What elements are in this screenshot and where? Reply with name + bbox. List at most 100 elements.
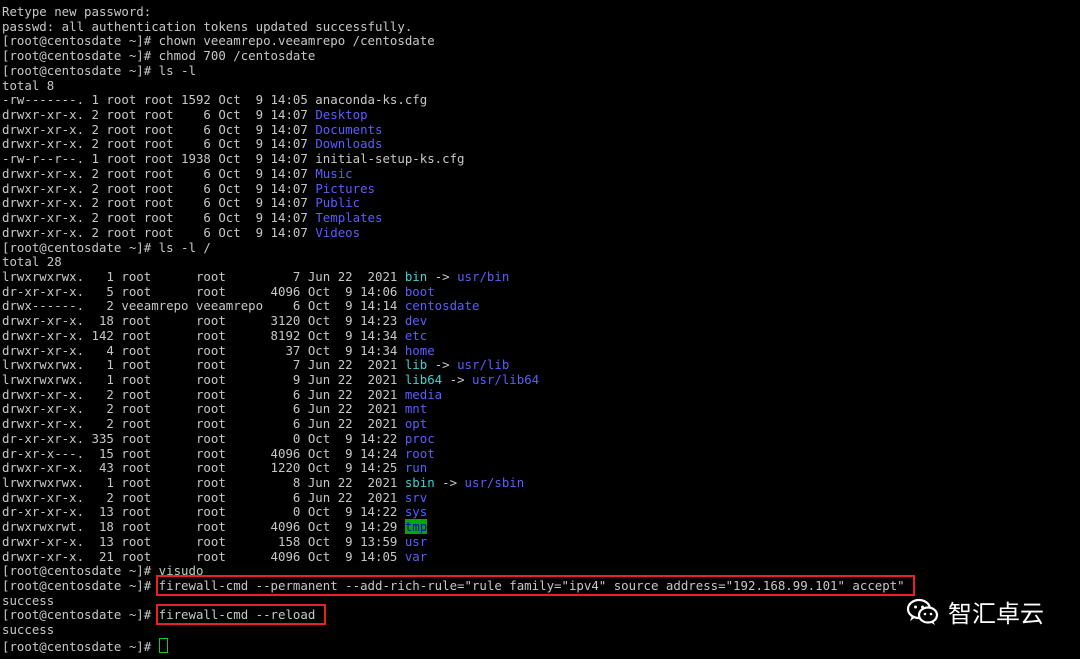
terminal-line: drwxr-xr-x. 2 root root 6 Oct 9 14:07 Mu… xyxy=(2,165,1080,182)
terminal-text: lrwxrwxrwx. 1 root root 7 Jun 22 2021 xyxy=(2,357,405,373)
directory-entry: root xyxy=(404,445,435,461)
terminal-line: drwxr-xr-x. 2 root root 6 Oct 9 14:07 Pu… xyxy=(2,195,1080,211)
terminal-line: total 28 xyxy=(2,254,1080,270)
terminal-text: drwxr-xr-x. 2 root root 6 Jun 22 2021 xyxy=(2,401,405,417)
directory-entry: Templates xyxy=(315,210,383,226)
terminal-line: lrwxrwxrwx. 1 root root 7 Jun 22 2021 bi… xyxy=(2,268,1080,285)
terminal-text: drwxr-xr-x. 2 root root 6 Oct 9 14:07 xyxy=(2,195,316,211)
terminal-text: -> xyxy=(434,475,465,490)
directory-entry: var xyxy=(404,548,428,564)
terminal-text: -> xyxy=(442,371,472,387)
directory-entry: usr xyxy=(404,533,428,549)
terminal-line: dr-xr-xr-x. 335 root root 0 Oct 9 14:22 … xyxy=(2,430,1080,447)
directory-entry: Pictures xyxy=(315,180,375,196)
terminal-text: dr-xr-xr-x. 13 root root 0 Oct 9 14:22 xyxy=(2,504,405,520)
directory-entry: Music xyxy=(315,165,353,181)
terminal-text: [root@centosdate ~]# chmod 700 /centosda… xyxy=(2,48,316,64)
watermark-text: 智汇卓云 xyxy=(948,600,1044,628)
terminal-text: drwxr-xr-x. 2 root root 6 Jun 22 2021 xyxy=(2,416,405,432)
terminal-line: [root@centosdate ~]# chmod 700 /centosda… xyxy=(2,48,1080,64)
terminal-text: -rw-r--r--. 1 root root 1938 Oct 9 14:07… xyxy=(2,151,465,167)
terminal-text: -> xyxy=(427,268,458,284)
terminal-line: Retype new password: xyxy=(2,4,1080,20)
terminal-text: drwxr-xr-x. 21 root root 4096 Oct 9 14:0… xyxy=(2,548,405,564)
terminal-line: drwxr-xr-x. 2 root root 6 Oct 9 14:07 De… xyxy=(2,107,1080,123)
terminal-line: dr-xr-xr-x. 13 root root 0 Oct 9 14:22 s… xyxy=(2,505,1080,520)
directory-entry: boot xyxy=(404,283,435,299)
terminal-line: drwxr-xr-x. 2 root root 6 Oct 9 14:07 Te… xyxy=(2,210,1080,226)
terminal-text: dr-xr-x---. 15 root root 4096 Oct 9 14:2… xyxy=(2,445,405,461)
symlink-entry: sbin xyxy=(404,475,435,490)
terminal-line: lrwxrwxrwx. 1 root root 9 Jun 22 2021 li… xyxy=(2,371,1080,388)
terminal-text: [root@centosdate ~]# ls -l / xyxy=(2,239,211,255)
terminal-line: drwxr-xr-x. 21 root root 4096 Oct 9 14:0… xyxy=(2,548,1080,565)
symlink-entry: bin xyxy=(404,268,428,284)
terminal-text: drwxr-xr-x. 4 root root 37 Oct 9 14:34 xyxy=(2,342,405,358)
directory-entry: centosdate xyxy=(404,298,480,314)
terminal-text: drwxr-xr-x. 2 root root 6 Oct 9 14:07 xyxy=(2,224,316,240)
terminal-line: lrwxrwxrwx. 1 root root 8 Jun 22 2021 sb… xyxy=(2,475,1080,491)
terminal-text: drwxr-xr-x. 2 root root 6 Oct 9 14:07 xyxy=(2,107,316,123)
terminal-window[interactable]: Retype new password: passwd: all authenti… xyxy=(0,0,1080,659)
terminal-line: drwxr-xr-x. 2 root root 6 Oct 9 14:07 Do… xyxy=(2,122,1080,138)
terminal-line: passwd: all authentication tokens update… xyxy=(2,19,1080,35)
directory-entry: srv xyxy=(404,489,428,505)
terminal-text: drwx------. 2 veeamrepo veeamrepo 6 Oct … xyxy=(2,298,405,314)
symlink-entry: lib64 xyxy=(404,371,443,387)
terminal-line: drwxrwxrwt. 18 root root 4096 Oct 9 14:2… xyxy=(2,519,1080,535)
directory-entry: media xyxy=(404,386,443,402)
terminal-text: drwxr-xr-x. 2 root root 6 Oct 9 14:07 xyxy=(2,180,316,196)
terminal-text: [root@centosdate ~]# xyxy=(2,578,159,594)
terminal-line: [root@centosdate ~]# ls -l / xyxy=(2,239,1080,256)
directory-entry: opt xyxy=(404,416,428,432)
terminal-text: [root@centosdate ~]# xyxy=(2,607,159,623)
terminal-line: drwx------. 2 veeamrepo veeamrepo 6 Oct … xyxy=(2,299,1080,314)
terminal-text: [root@centosdate ~]# xyxy=(2,638,159,654)
terminal-text: drwxr-xr-x. 2 root root 6 Oct 9 14:07 xyxy=(2,210,316,226)
terminal-line: drwxr-xr-x. 2 root root 6 Jun 22 2021 me… xyxy=(2,386,1080,403)
terminal-text: -rw-------. 1 root root 1592 Oct 9 14:05… xyxy=(2,92,428,108)
terminal-line: drwxr-xr-x. 2 root root 6 Jun 22 2021 op… xyxy=(2,416,1080,432)
terminal-text: drwxr-xr-x. 2 root root 6 Jun 22 2021 xyxy=(2,489,405,505)
terminal-line: dr-xr-x---. 15 root root 4096 Oct 9 14:2… xyxy=(2,445,1080,462)
directory-entry: usr/bin xyxy=(457,268,510,284)
terminal-line: drwxr-xr-x. 2 root root 6 Oct 9 14:07 Pi… xyxy=(2,180,1080,197)
terminal-line: [root@centosdate ~]# visudo xyxy=(2,563,1080,579)
terminal-text: total 8 xyxy=(2,77,55,93)
directory-entry: dev xyxy=(404,313,428,329)
terminal-text: [root@centosdate ~]# ls -l xyxy=(2,62,196,78)
terminal-line: [root@centosdate ~]# firewall-cmd --perm… xyxy=(2,575,1080,597)
terminal-line: drwxr-xr-x. 4 root root 37 Oct 9 14:34 h… xyxy=(2,342,1080,359)
terminal-text: [root@centosdate ~]# visudo xyxy=(2,563,204,579)
terminal-text: lrwxrwxrwx. 1 root root 9 Jun 22 2021 xyxy=(2,371,405,387)
directory-entry: etc xyxy=(404,327,428,343)
terminal-text: drwxr-xr-x. 18 root root 3120 Oct 9 14:2… xyxy=(2,313,405,329)
terminal-text: lrwxrwxrwx. 1 root root 7 Jun 22 2021 xyxy=(2,268,405,284)
terminal-text: dr-xr-xr-x. 335 root root 0 Oct 9 14:22 xyxy=(2,430,405,446)
directory-entry: run xyxy=(404,460,428,476)
terminal-line: lrwxrwxrwx. 1 root root 7 Jun 22 2021 li… xyxy=(2,357,1080,373)
sticky-directory-entry: tmp xyxy=(404,519,428,535)
highlighted-command: firewall-cmd --reload xyxy=(155,604,326,626)
terminal-line: -rw-r--r--. 1 root root 1938 Oct 9 14:07… xyxy=(2,151,1080,167)
terminal-line: [root@centosdate ~]# ls -l xyxy=(2,62,1080,79)
terminal-line: drwxr-xr-x. 142 root root 8192 Oct 9 14:… xyxy=(2,327,1080,344)
terminal-text: drwxr-xr-x. 2 root root 6 Oct 9 14:07 xyxy=(2,165,316,181)
terminal-text: drwxr-xr-x. 142 root root 8192 Oct 9 14:… xyxy=(2,327,405,343)
terminal-text: drwxrwxrwt. 18 root root 4096 Oct 9 14:2… xyxy=(2,519,405,535)
terminal-line: drwxr-xr-x. 2 root root 6 Jun 22 2021 mn… xyxy=(2,402,1080,417)
terminal-text: Retype new password: xyxy=(2,4,152,19)
terminal-cursor xyxy=(158,637,168,653)
directory-entry: usr/sbin xyxy=(464,475,525,490)
wechat-icon xyxy=(906,597,940,627)
directory-entry: Desktop xyxy=(315,107,368,123)
terminal-line: dr-xr-xr-x. 5 root root 4096 Oct 9 14:06… xyxy=(2,283,1080,300)
terminal-text: drwxr-xr-x. 2 root root 6 Jun 22 2021 xyxy=(2,386,405,402)
watermark: 智汇卓云 xyxy=(906,594,1044,629)
terminal-line: drwxr-xr-x. 43 root root 1220 Oct 9 14:2… xyxy=(2,460,1080,476)
directory-entry: Downloads xyxy=(315,136,383,152)
terminal-line: [root@centosdate ~]# chown veeamrepo.vee… xyxy=(2,34,1080,49)
directory-entry: Videos xyxy=(315,224,361,240)
directory-entry: proc xyxy=(404,430,435,446)
terminal-line: total 8 xyxy=(2,77,1080,94)
